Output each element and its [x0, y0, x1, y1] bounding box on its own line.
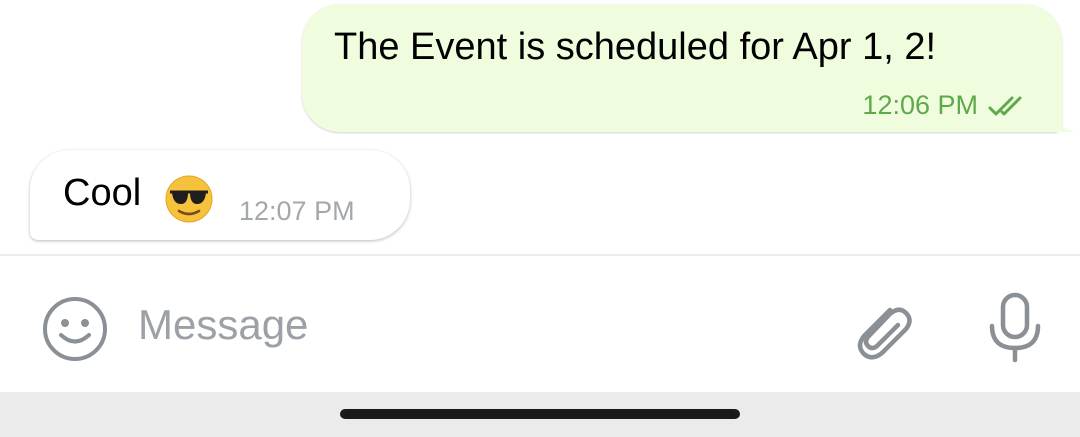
message-time: 12:07 PM [239, 196, 355, 226]
bubble-tail [1054, 110, 1076, 132]
incoming-message-bubble[interactable]: Cool 12:07 PM [30, 150, 410, 240]
message-input[interactable] [138, 290, 818, 360]
message-text: Cool [63, 172, 142, 214]
home-indicator[interactable] [340, 409, 740, 419]
message-text: The Event is scheduled for Apr 1, 2! [334, 26, 937, 68]
chat-history: The Event is scheduled for Apr 1, 2! 12:… [0, 0, 1080, 254]
message-composer [0, 254, 1080, 394]
outgoing-message-bubble[interactable]: The Event is scheduled for Apr 1, 2! 12:… [302, 4, 1076, 132]
message-meta: 12:06 PM [862, 90, 1032, 121]
system-navigation-bar [0, 392, 1080, 437]
microphone-icon[interactable] [984, 292, 1046, 364]
smiley-face-icon[interactable] [42, 296, 108, 362]
double-check-icon [988, 94, 1032, 118]
message-time: 12:06 PM [862, 90, 978, 120]
paperclip-icon[interactable] [850, 294, 916, 364]
sunglasses-emoji-icon [165, 175, 213, 223]
